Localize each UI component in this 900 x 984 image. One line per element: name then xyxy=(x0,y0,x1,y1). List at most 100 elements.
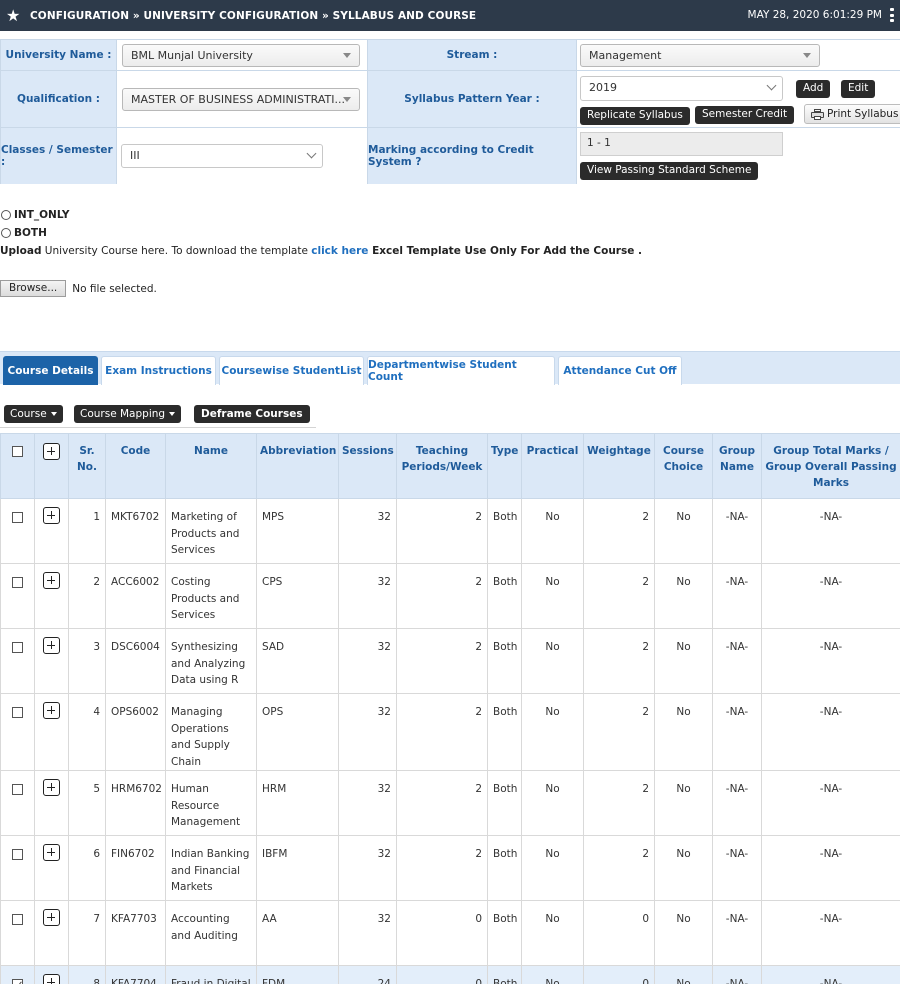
expand-row-icon[interactable] xyxy=(43,572,60,589)
row-checkbox[interactable] xyxy=(12,784,23,795)
code-cell: HRM6702 xyxy=(105,770,166,836)
row-checkbox[interactable] xyxy=(12,642,23,653)
upload-instructions: Upload University Course here. To downlo… xyxy=(0,245,642,257)
sessions-cell: 32 xyxy=(338,835,397,901)
row-checkbox[interactable] xyxy=(12,914,23,925)
header-abbreviation: Abbreviation xyxy=(256,433,339,499)
weightage-cell: 2 xyxy=(583,835,655,901)
sessions-cell: 32 xyxy=(338,900,397,966)
config-form: University Name : BML Munjal University … xyxy=(0,39,900,184)
group-name-cell: -NA- xyxy=(712,900,762,966)
stream-select[interactable]: Management xyxy=(580,44,820,67)
table-row[interactable]: 1 MKT6702 Marketing of Products and Servic… xyxy=(0,498,900,564)
header-teaching-periods: Teaching Periods/Week xyxy=(396,433,488,499)
course-table-body: 1 MKT6702 Marketing of Products and Servic… xyxy=(0,498,900,984)
row-checkbox[interactable] xyxy=(12,849,23,860)
tab-attendance-cut-off[interactable]: Attendance Cut Off xyxy=(558,356,682,385)
expand-row-icon[interactable] xyxy=(43,779,60,796)
table-row[interactable]: 4 OPS6002 Managing Operations and Supply C… xyxy=(0,693,900,771)
view-passing-scheme-button[interactable]: View Passing Standard Scheme xyxy=(580,162,759,180)
course-mapping-dropdown-button[interactable]: Course Mapping xyxy=(74,405,182,423)
radio-both[interactable] xyxy=(1,228,11,238)
star-icon[interactable]: ★ xyxy=(6,7,22,24)
header-name: Name xyxy=(165,433,257,499)
replicate-syllabus-button[interactable]: Replicate Syllabus xyxy=(580,107,690,125)
sessions-cell: 32 xyxy=(338,563,397,629)
teaching-periods-cell: 2 xyxy=(396,693,488,771)
datetime: MAY 28, 2020 6:01:29 PM xyxy=(747,9,882,21)
type-cell: Both xyxy=(487,835,522,901)
header-sr-no: Sr. No. xyxy=(68,433,106,499)
header-group-total: Group Total Marks / Group Overall Passin… xyxy=(761,433,900,499)
weightage-cell: 2 xyxy=(583,693,655,771)
expand-all-icon[interactable] xyxy=(43,443,60,460)
toolbar-divider xyxy=(0,427,316,428)
group-name-cell: -NA- xyxy=(712,965,762,984)
classes-select[interactable]: III xyxy=(121,144,323,168)
group-name-cell: -NA- xyxy=(712,835,762,901)
tab-departmentwise-student-count[interactable]: Departmentwise Student Count xyxy=(367,356,555,385)
university-select[interactable]: BML Munjal University xyxy=(122,44,360,67)
browse-button[interactable]: Browse... xyxy=(0,280,67,297)
group-name-cell: -NA- xyxy=(712,628,762,694)
tab-course-details[interactable]: Course Details xyxy=(3,356,98,385)
marking-label: Marking according to Credit System ? xyxy=(368,128,577,184)
template-download-link[interactable]: click here xyxy=(311,245,368,257)
table-row[interactable]: 5 HRM6702 Human Resource Management HRM 32 2 B… xyxy=(0,770,900,836)
teaching-periods-cell: 2 xyxy=(396,563,488,629)
tab-coursewise-studentlist[interactable]: Coursewise StudentList xyxy=(219,356,364,385)
select-all-checkbox[interactable] xyxy=(12,446,23,457)
row-checkbox[interactable] xyxy=(12,577,23,588)
teaching-periods-cell: 2 xyxy=(396,835,488,901)
table-row[interactable]: 8KFA7704Fraud in Digital EnvironmentFDM2… xyxy=(0,965,900,984)
option-int-only[interactable]: INT_ONLY xyxy=(1,209,69,221)
row-checkbox[interactable] xyxy=(12,512,23,523)
practical-cell: No xyxy=(521,498,584,564)
deframe-courses-button[interactable]: Deframe Courses xyxy=(194,405,310,423)
group-name-cell: -NA- xyxy=(712,770,762,836)
expand-row-icon[interactable] xyxy=(43,507,60,524)
table-row[interactable]: 6 FIN6702 Indian Banking and Financial Mar… xyxy=(0,835,900,901)
expand-row-icon[interactable] xyxy=(43,974,60,984)
kebab-menu-icon[interactable] xyxy=(890,8,894,22)
table-row[interactable]: 7 KFA7703 Accounting and Auditing AA 32 0 Both… xyxy=(0,900,900,966)
expand-row-icon[interactable] xyxy=(43,909,60,926)
course-dropdown-button[interactable]: Course xyxy=(4,405,63,423)
sessions-cell: 24 xyxy=(338,965,397,984)
header-sessions: Sessions xyxy=(338,433,397,499)
option-both[interactable]: BOTH xyxy=(1,227,47,239)
row-checkbox[interactable] xyxy=(12,707,23,718)
group-total-cell: -NA- xyxy=(761,628,900,694)
code-cell: KFA7704 xyxy=(105,965,166,984)
tab-exam-instructions[interactable]: Exam Instructions xyxy=(101,356,216,385)
abbreviation-cell: MPS xyxy=(256,498,339,564)
qualification-select[interactable]: MASTER OF BUSINESS ADMINISTRATI... xyxy=(122,88,360,111)
table-row[interactable]: 2 ACC6002 Costing Products and Services CPS… xyxy=(0,563,900,629)
expand-row-icon[interactable] xyxy=(43,637,60,654)
top-bar: ★ CONFIGURATION » UNIVERSITY CONFIGURATI… xyxy=(0,0,900,31)
marking-value: 1 - 1 xyxy=(580,132,783,156)
file-status: No file selected. xyxy=(72,282,157,295)
table-row[interactable]: 3 DSC6004 Synthesizing and Analyzing Data … xyxy=(0,628,900,694)
group-name-cell: -NA- xyxy=(712,498,762,564)
row-checkbox[interactable] xyxy=(12,979,23,984)
code-cell: FIN6702 xyxy=(105,835,166,901)
course-choice-cell: No xyxy=(654,693,713,771)
semester-credit-button[interactable]: Semester Credit xyxy=(695,106,795,124)
breadcrumb: CONFIGURATION » UNIVERSITY CONFIGURATION… xyxy=(30,9,477,22)
syllabus-year-label: Syllabus Pattern Year : xyxy=(368,71,577,128)
course-choice-cell: No xyxy=(654,628,713,694)
edit-button[interactable]: Edit xyxy=(841,80,876,98)
name-cell: Managing Operations and Supply Chain xyxy=(165,693,257,771)
add-button[interactable]: Add xyxy=(796,80,831,98)
print-syllabus-button[interactable]: Print Syllabus xyxy=(804,104,900,124)
radio-int-only[interactable] xyxy=(1,210,11,220)
expand-row-icon[interactable] xyxy=(43,844,60,861)
teaching-periods-cell: 2 xyxy=(396,628,488,694)
caret-down-icon xyxy=(50,412,57,416)
qualification-label: Qualification : xyxy=(1,71,117,128)
syllabus-year-select[interactable]: 2019 xyxy=(580,76,783,101)
sr-no-cell: 7 xyxy=(68,900,106,966)
code-cell: MKT6702 xyxy=(105,498,166,564)
expand-row-icon[interactable] xyxy=(43,702,60,719)
